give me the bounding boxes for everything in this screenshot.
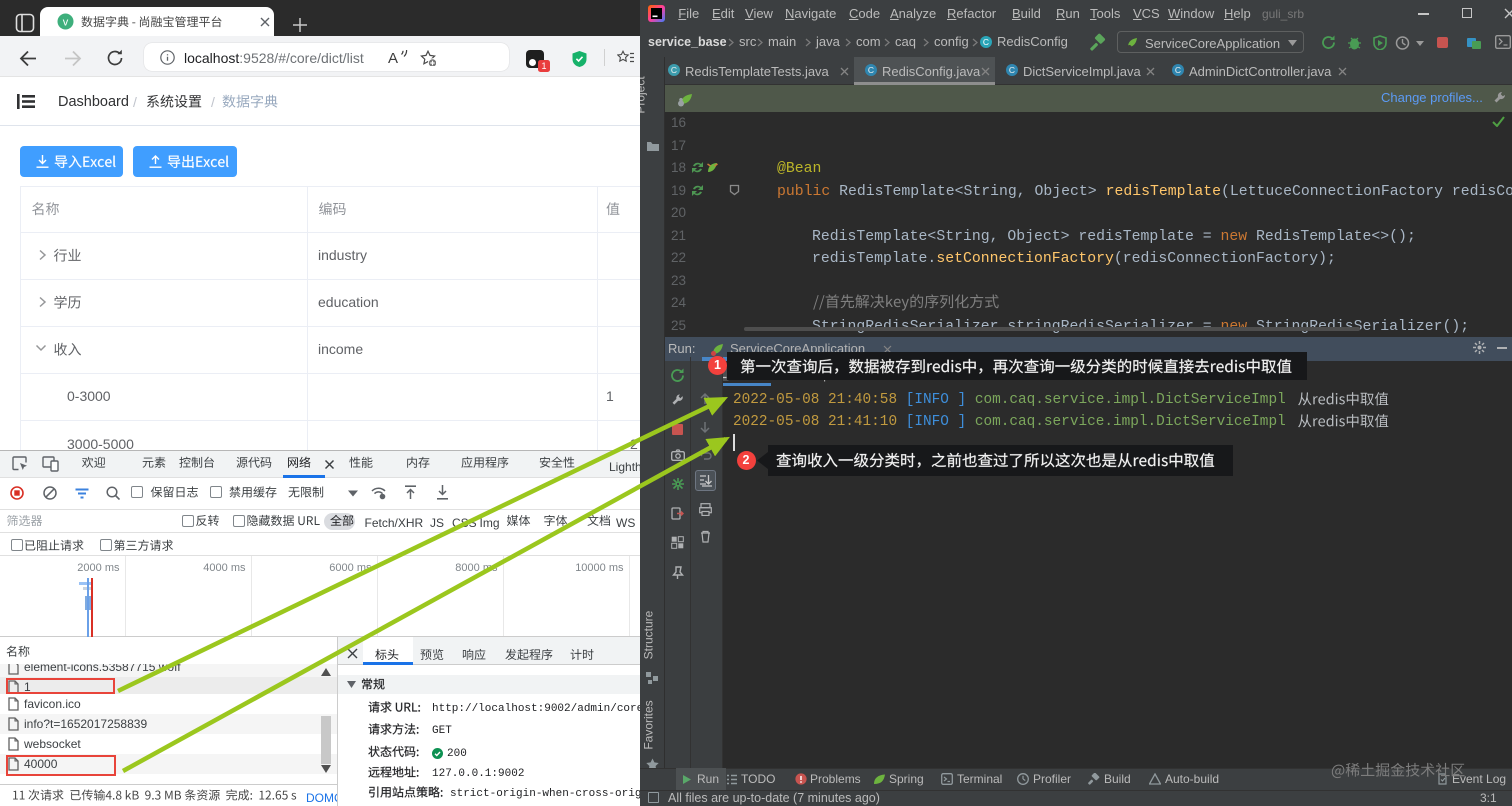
svg-text:v: v [63,17,69,29]
svg-text:C: C [1175,65,1181,75]
svg-text:C: C [868,65,874,75]
svg-text:A: A [388,50,398,66]
svg-text:C: C [983,37,989,47]
svg-text:C: C [671,65,677,75]
svg-text:C: C [1009,65,1015,75]
